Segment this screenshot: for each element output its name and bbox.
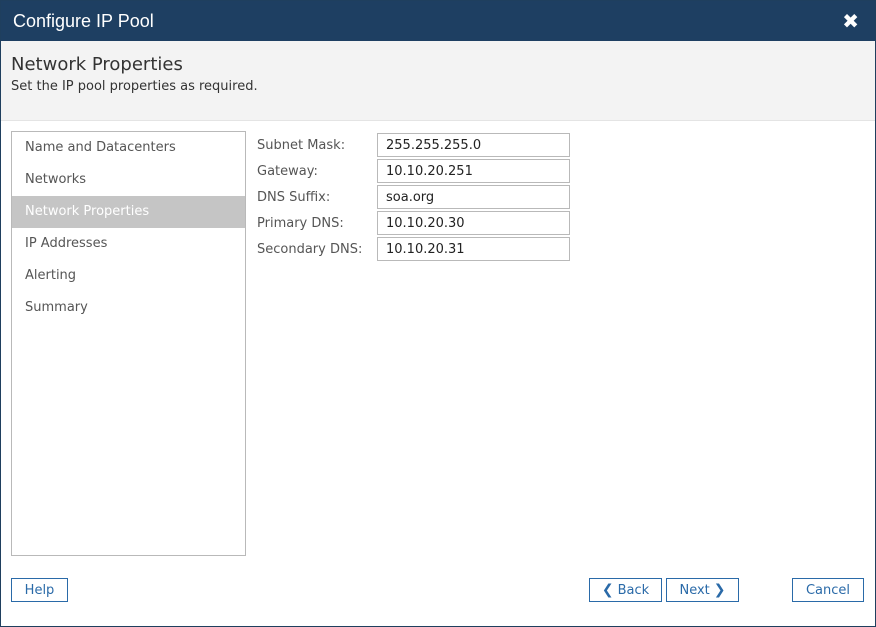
help-button[interactable]: Help [11,578,68,602]
title-bar: Configure IP Pool ✖ [1,1,875,41]
dialog-title: Configure IP Pool [13,10,154,31]
step-name-and-datacenters[interactable]: Name and Datacenters [12,132,245,164]
next-button-label: Next [679,582,710,598]
secondary-dns-label: Secondary DNS: [257,241,363,257]
primary-dns-input[interactable] [377,211,570,235]
secondary-dns-input[interactable] [377,237,570,261]
step-alerting[interactable]: Alerting [12,260,245,292]
step-subtitle: Set the IP pool properties as required. [11,79,258,94]
back-button-label: Back [617,582,650,598]
step-networks[interactable]: Networks [12,164,245,196]
primary-dns-label: Primary DNS: [257,215,344,231]
help-button-label: Help [24,582,55,598]
gateway-label: Gateway: [257,163,318,179]
cancel-button[interactable]: Cancel [792,578,864,602]
dns-suffix-row: DNS Suffix: [257,184,570,210]
network-properties-form: Subnet Mask: Gateway: DNS Suffix: Primar… [257,132,570,262]
cancel-button-label: Cancel [805,582,851,598]
gateway-row: Gateway: [257,158,570,184]
chevron-right-icon: ❯ [713,582,726,598]
step-ip-addresses[interactable]: IP Addresses [12,228,245,260]
step-header: Network Properties Set the IP pool prope… [1,41,875,121]
chevron-left-icon: ❮ [601,582,614,598]
primary-dns-row: Primary DNS: [257,210,570,236]
gateway-input[interactable] [377,159,570,183]
dns-suffix-input[interactable] [377,185,570,209]
configure-ip-pool-dialog: Configure IP Pool ✖ Network Properties S… [0,0,876,627]
subnet-mask-row: Subnet Mask: [257,132,570,158]
step-title: Network Properties [11,54,183,75]
close-icon[interactable]: ✖ [842,11,863,31]
step-summary[interactable]: Summary [12,292,245,324]
wizard-steps-nav: Name and Datacenters Networks Network Pr… [11,131,246,556]
secondary-dns-row: Secondary DNS: [257,236,570,262]
back-button[interactable]: ❮ Back [589,578,662,602]
subnet-mask-label: Subnet Mask: [257,137,346,153]
next-button[interactable]: Next ❯ [666,578,739,602]
step-network-properties[interactable]: Network Properties [12,196,245,228]
dns-suffix-label: DNS Suffix: [257,189,331,205]
subnet-mask-input[interactable] [377,133,570,157]
